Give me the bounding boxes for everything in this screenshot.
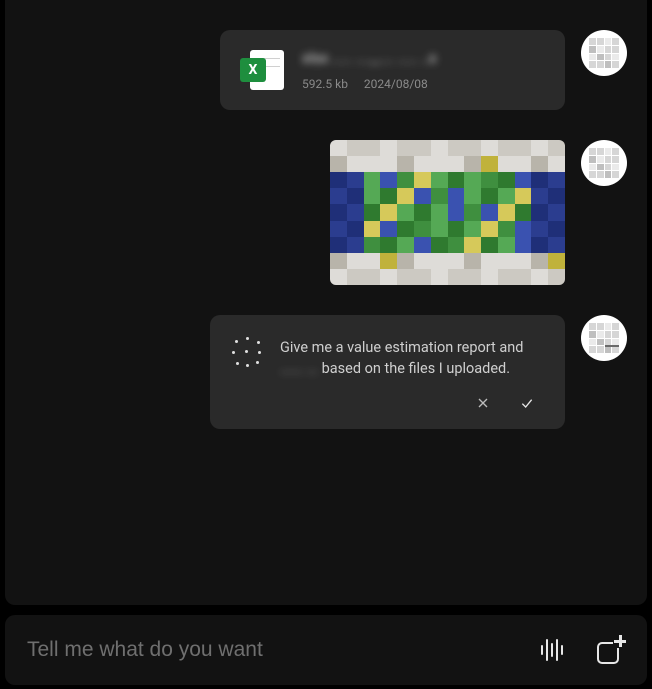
new-chat-button[interactable] [597, 636, 625, 664]
voice-button[interactable] [541, 637, 563, 663]
prompt-line2-tail: based on the files I uploaded. [318, 360, 510, 377]
file-name: xlsx ..... ...._.... ..... ..x [302, 49, 440, 67]
app-root: X xlsx ..... ...._.... ..... ..x 592.5 k… [0, 0, 652, 689]
close-icon [475, 395, 491, 411]
file-subline: 592.5 kb 2024/08/08 [302, 73, 440, 92]
file-date: 2024/08/08 [364, 77, 428, 91]
accept-button[interactable] [517, 393, 537, 413]
reject-button[interactable] [473, 393, 493, 413]
avatar [581, 140, 627, 186]
prompt-line1: Give me a value estimation report and [280, 339, 523, 356]
avatar-pixels [589, 38, 619, 68]
image-attachment[interactable] [330, 140, 565, 285]
avatar [581, 30, 627, 76]
avatar-pixels [589, 323, 619, 353]
image-pixelated-preview [330, 140, 565, 285]
file-attachment-card[interactable]: X xlsx ..... ...._.... ..... ..x 592.5 k… [220, 30, 565, 110]
file-meta: xlsx ..... ...._.... ..... ..x 592.5 kb … [302, 49, 440, 92]
prompt-body: Give me a value estimation report and ..… [232, 337, 543, 379]
message-row-prompt: Give me a value estimation report and ..… [25, 315, 627, 429]
prompt-blurred: ...... ... [280, 360, 318, 377]
chat-scroll-area: X xlsx ..... ...._.... ..... ..x 592.5 k… [5, 0, 647, 605]
composer-bar [5, 615, 647, 685]
message-list: X xlsx ..... ...._.... ..... ..x 592.5 k… [5, 0, 647, 605]
excel-badge: X [240, 58, 266, 82]
message-row-file: X xlsx ..... ...._.... ..... ..x 592.5 k… [25, 30, 627, 110]
prompt-card: Give me a value estimation report and ..… [210, 315, 565, 429]
excel-icon: X [240, 48, 284, 92]
file-size: 592.5 kb [302, 77, 348, 91]
prompt-actions [232, 393, 543, 413]
composer-input[interactable] [27, 638, 523, 662]
sparkle-icon [232, 337, 262, 367]
avatar [581, 315, 627, 361]
composer-actions [541, 636, 625, 664]
avatar-pixels [589, 148, 619, 178]
check-icon [519, 395, 535, 411]
side-indicator [605, 345, 619, 347]
prompt-text: Give me a value estimation report and ..… [280, 337, 543, 379]
message-row-image [25, 140, 627, 285]
